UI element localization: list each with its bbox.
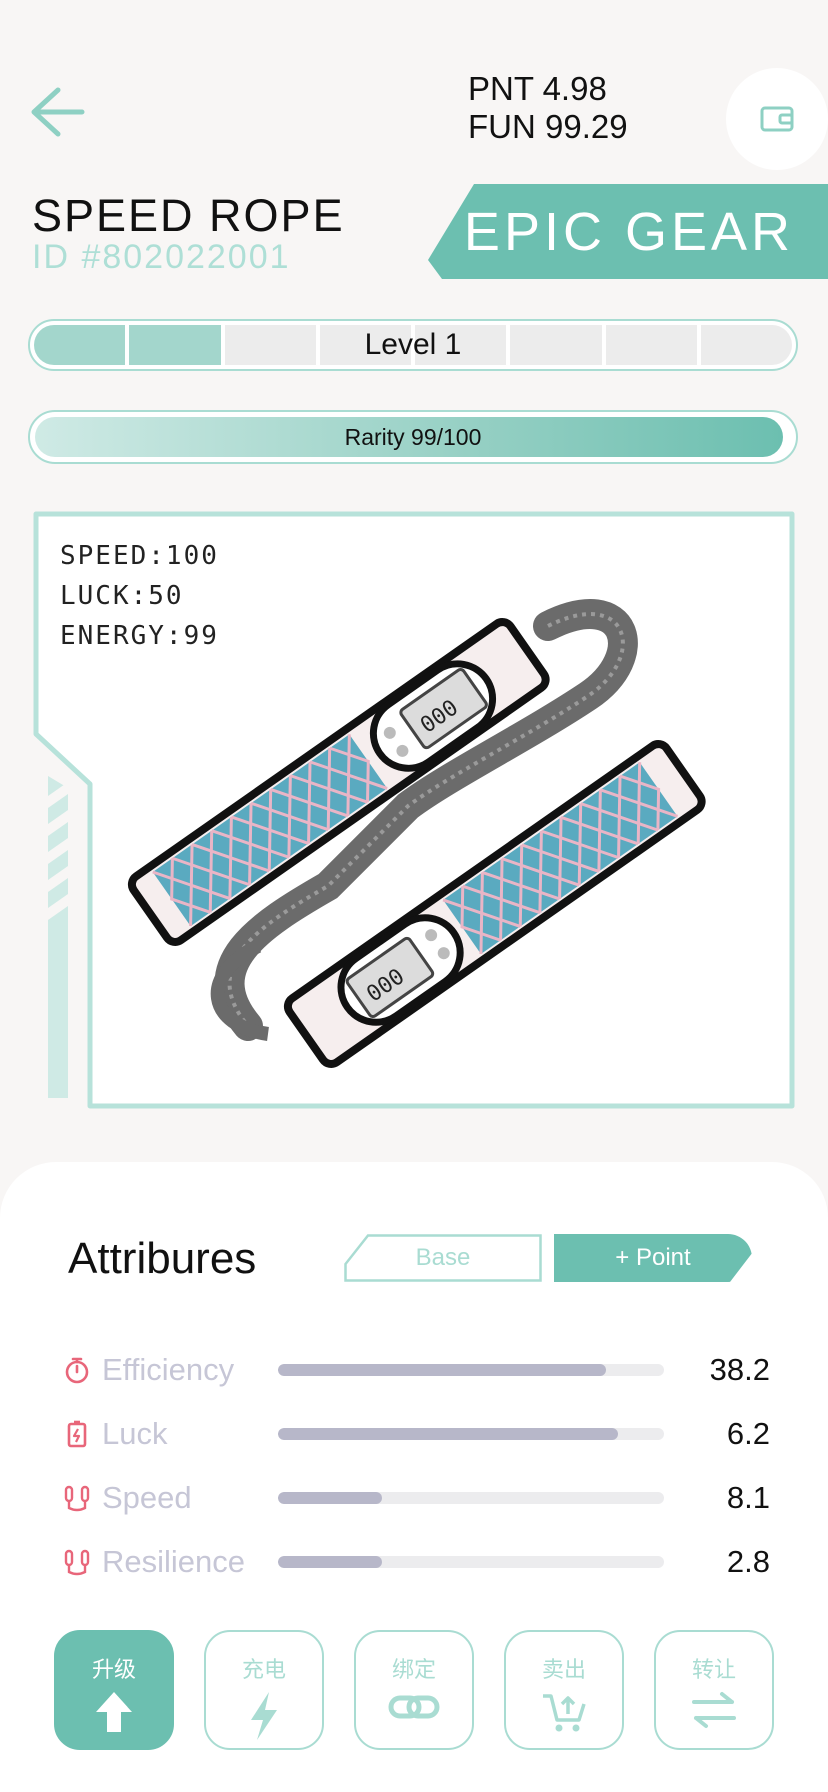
wallet-button[interactable] — [726, 68, 828, 170]
stat-luck: LUCK:50 — [60, 581, 184, 611]
transfer-label: 转让 — [691, 1657, 736, 1682]
cart-icon — [543, 1694, 586, 1732]
bind-button[interactable]: 绑定 — [354, 1630, 474, 1750]
wallet-icon — [760, 106, 794, 132]
level-segment — [224, 325, 316, 365]
level-segment — [605, 325, 697, 365]
fun-balance: FUN 99.29 — [468, 108, 628, 145]
attribute-bar-fill — [278, 1428, 618, 1440]
rarity-bar — [28, 410, 798, 464]
stat-energy: ENERGY:99 — [60, 621, 219, 651]
balances: PNT 4.98 FUN 99.29 — [468, 70, 628, 146]
charge-label: 充电 — [241, 1657, 286, 1682]
quality-badge: EPIC GEAR — [428, 184, 828, 279]
upgrade-button[interactable]: 升级 — [54, 1630, 174, 1750]
jump-rope-icon — [62, 1483, 92, 1513]
gear-id: ID #802022001 — [32, 238, 291, 276]
attribute-bar — [278, 1364, 664, 1376]
gear-stats: SPEED:100 LUCK:50 ENERGY:99 — [60, 536, 219, 656]
rarity-fill — [35, 417, 784, 457]
bind-label: 绑定 — [391, 1657, 436, 1682]
attribute-bar-fill — [278, 1492, 383, 1504]
tab-base[interactable]: Base — [344, 1234, 542, 1282]
level-segment — [415, 325, 507, 365]
upgrade-label: 升级 — [91, 1657, 136, 1682]
attribute-name: Efficiency — [102, 1352, 235, 1387]
attribute-value: 8.1 — [726, 1480, 770, 1515]
level-segment — [34, 325, 126, 365]
attribute-name: Resilience — [102, 1544, 246, 1579]
stopwatch-icon — [62, 1355, 92, 1385]
attribute-value: 2.8 — [726, 1544, 770, 1579]
attribute-value: 6.2 — [726, 1416, 770, 1451]
level-segment — [700, 325, 792, 365]
arrow-left-icon — [31, 87, 85, 137]
attribute-value: 38.2 — [709, 1352, 770, 1387]
level-bar — [28, 319, 798, 371]
attribute-row-resilience: Resilience 2.8 — [62, 1542, 770, 1582]
back-button[interactable] — [28, 86, 86, 138]
pnt-balance: PNT 4.98 — [468, 70, 607, 107]
attribute-bar — [278, 1428, 664, 1440]
attribute-bar — [278, 1492, 664, 1504]
link-icon — [388, 1695, 440, 1719]
transfer-icon — [692, 1692, 736, 1728]
level-segment — [319, 325, 411, 365]
lightning-icon — [251, 1692, 277, 1740]
attribute-name: Luck — [102, 1416, 168, 1451]
level-segment — [129, 325, 221, 365]
transfer-button[interactable]: 转让 — [654, 1630, 774, 1750]
attribute-bar — [278, 1556, 664, 1568]
tab-point[interactable]: + Point — [554, 1234, 752, 1282]
sell-button[interactable]: 卖出 — [504, 1630, 624, 1750]
charge-button[interactable]: 充电 — [204, 1630, 324, 1750]
attribute-name: Speed — [102, 1480, 192, 1515]
attribute-bar-fill — [278, 1556, 383, 1568]
battery-charge-icon — [62, 1419, 92, 1449]
attribute-row-efficiency: Efficiency 38.2 — [62, 1350, 770, 1390]
attribute-bar-fill — [278, 1364, 607, 1376]
sell-label: 卖出 — [541, 1657, 586, 1682]
attribute-row-luck: Luck 6.2 — [62, 1414, 770, 1454]
arrow-up-icon — [96, 1692, 132, 1732]
attribute-row-speed: Speed 8.1 — [62, 1478, 770, 1518]
quality-label: EPIC GEAR — [463, 201, 794, 262]
level-segment — [510, 325, 602, 365]
stat-speed: SPEED:100 — [60, 541, 219, 571]
attributes-title: Attribures — [68, 1234, 257, 1283]
gear-name: SPEED ROPE — [32, 190, 345, 241]
jump-rope-icon — [62, 1547, 92, 1577]
